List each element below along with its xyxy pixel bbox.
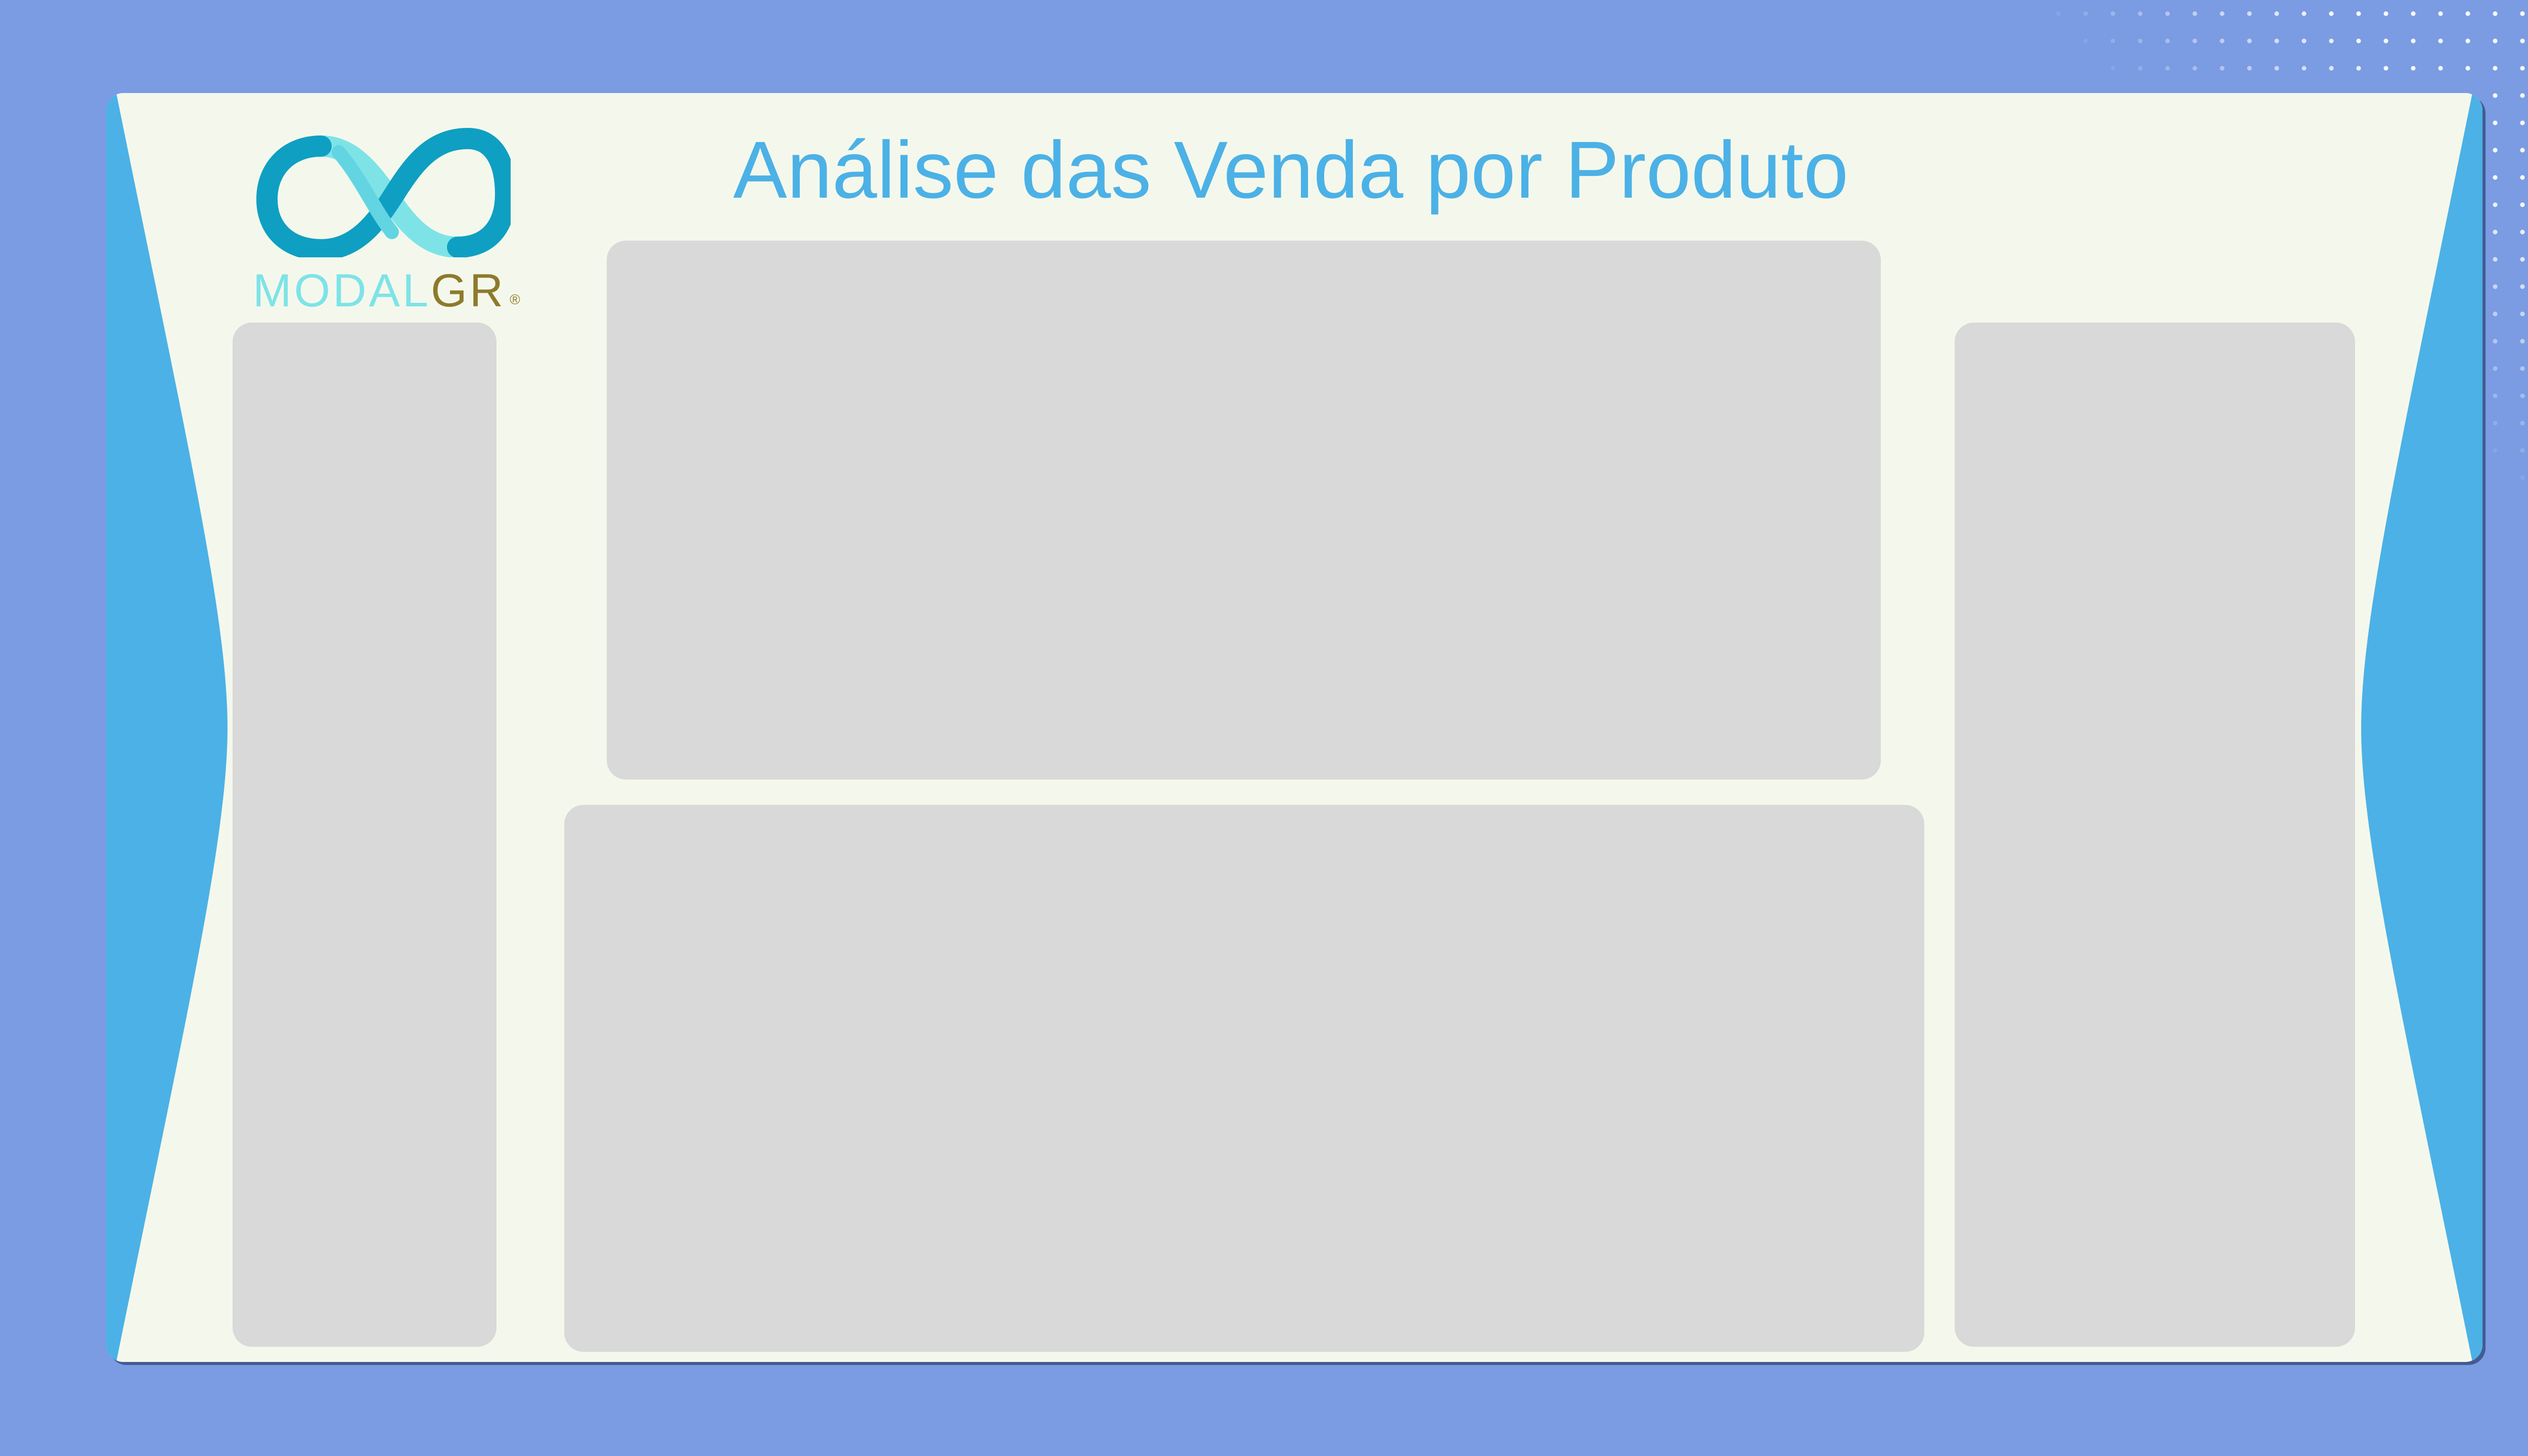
left-filter-panel[interactable] (233, 323, 496, 1347)
top-visual-panel[interactable] (607, 241, 1881, 780)
logo-name: MODAL (253, 265, 431, 316)
bottom-visual-panel[interactable] (564, 805, 1924, 1352)
infinity-logo-icon (256, 127, 511, 257)
right-visual-panel[interactable] (1955, 323, 2355, 1347)
logo-suffix: GR (431, 265, 506, 316)
left-decorative-curve (106, 93, 228, 1362)
dashboard-canvas: MODALGR ® Análise das Venda por Produto (106, 93, 2482, 1362)
modalgr-logo: MODALGR ® (253, 121, 536, 333)
logo-wordmark: MODALGR ® (253, 267, 523, 314)
right-decorative-curve (2361, 93, 2482, 1362)
page-title: Análise das Venda por Produto (733, 124, 1849, 215)
registered-mark: ® (510, 292, 523, 307)
dashboard-background: MODALGR ® Análise das Venda por Produto (0, 0, 2528, 1456)
